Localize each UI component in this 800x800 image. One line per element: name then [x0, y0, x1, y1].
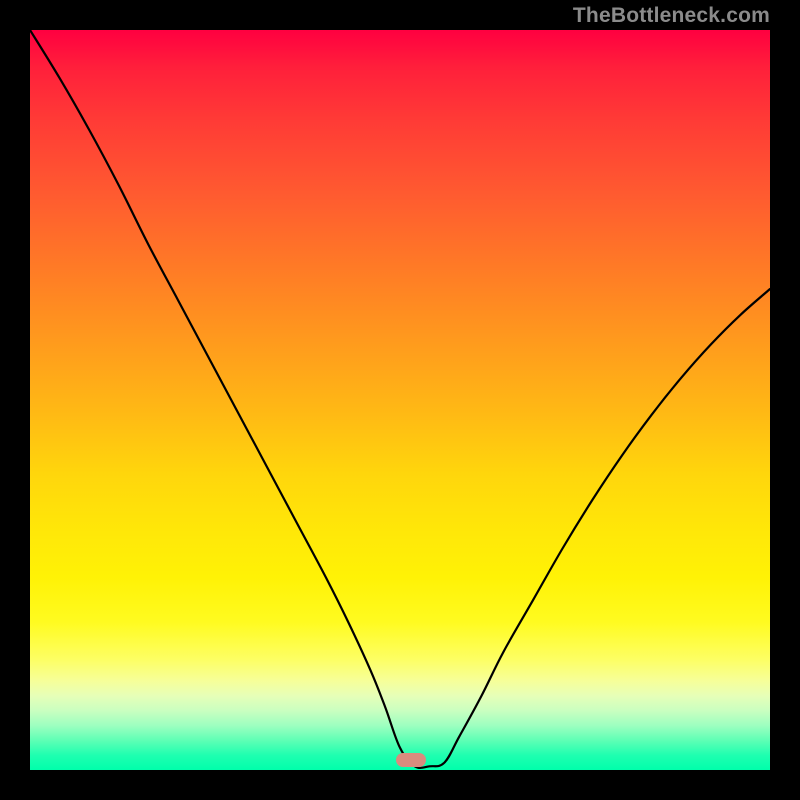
- plot-area: [30, 30, 770, 770]
- chart-frame: TheBottleneck.com: [0, 0, 800, 800]
- optimal-point-marker: [396, 753, 426, 767]
- watermark-text: TheBottleneck.com: [573, 4, 770, 28]
- bottleneck-curve: [30, 30, 770, 770]
